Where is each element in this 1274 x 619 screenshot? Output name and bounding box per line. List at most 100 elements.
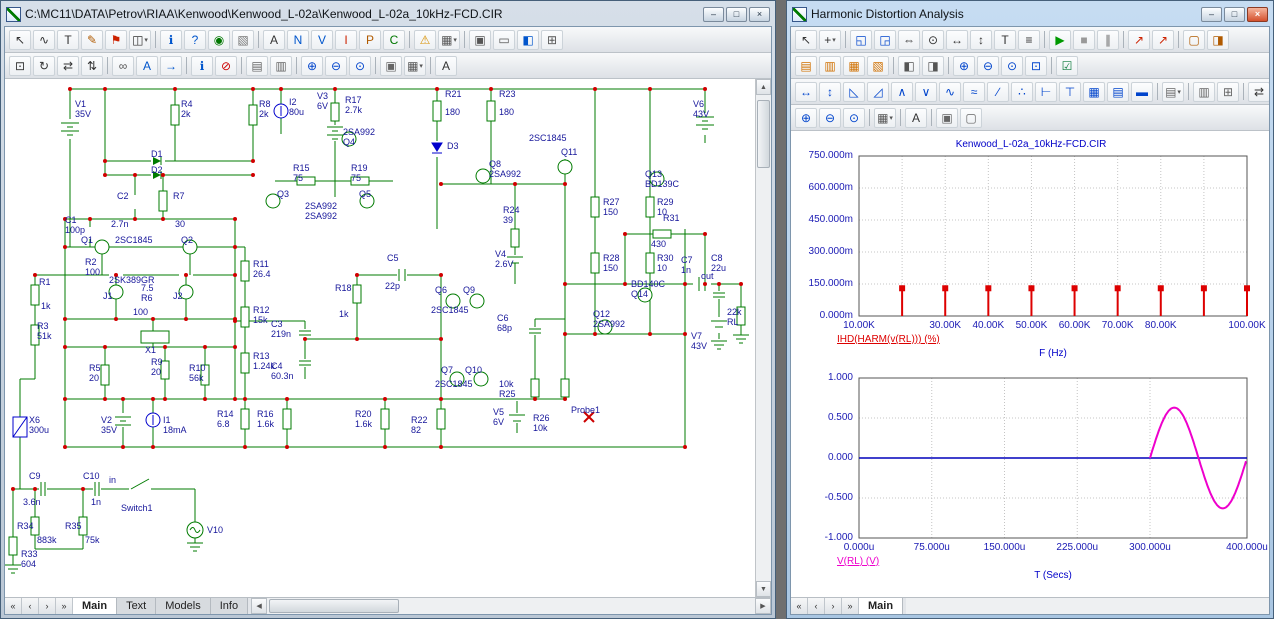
component-label-R1[interactable]: R1 [39,277,51,287]
component-label-R25[interactable]: 10kR25 [499,379,516,399]
component-label-R20[interactable]: R201.6k [355,409,372,429]
hscroll-thumb[interactable] [269,599,399,613]
component-label-R9[interactable]: R920 [151,357,163,377]
component-label-R14[interactable]: R146.8 [217,409,234,429]
component-label-R35[interactable]: R35 [65,521,82,531]
data-points-icon[interactable]: ∴ [1011,82,1033,102]
minimize-button[interactable]: – [1201,7,1222,22]
component-label-Q8[interactable]: Q82SA992 [489,159,521,179]
border-toggle-icon[interactable]: ▣ [469,30,491,50]
node-voltages-toggle-icon[interactable]: V [311,30,333,50]
component-label-Q5[interactable]: Q5 [359,189,371,199]
component-label-R22[interactable]: R2282 [411,415,428,435]
zoom-out-icon[interactable]: ⊖ [325,56,347,76]
component-label-Probe1[interactable]: Probe1 [571,405,600,415]
maximize-button[interactable]: □ [726,7,747,22]
vscroll-thumb[interactable] [757,100,770,168]
component-label-R31_val[interactable]: 430 [651,239,666,249]
tab-models[interactable]: Models [156,598,210,614]
view-dropdown-icon[interactable]: ▦▾ [874,108,896,128]
copy-to-clipboard-icon[interactable]: ▤▾ [1162,82,1184,102]
component-label-R7_val[interactable]: 30 [175,219,185,229]
scale-mode-icon[interactable]: ◲ [874,30,896,50]
node-numbers-toggle-icon[interactable]: N [287,30,309,50]
region-enable-mode-icon[interactable]: ▧ [232,30,254,50]
component-label-Q12[interactable]: Q122SA992 [593,309,625,329]
prev-page-icon[interactable]: ‹ [808,598,825,614]
component-label-C6[interactable]: C668p [497,313,512,333]
schematic-titlebar[interactable]: C:\MC11\DATA\Petrov\RIAA\Kenwood\Kenwood… [4,4,772,26]
component-label-R15[interactable]: R1575 [293,163,310,183]
component-label-V2[interactable]: V235V [101,415,117,435]
component-label-R5[interactable]: R520 [89,363,101,383]
component-label-C10[interactable]: C10 [83,471,100,481]
legend-vrl[interactable]: V(RL) (V) [837,556,879,567]
info-page-icon[interactable]: ℹ [191,56,213,76]
zoom-region-icon[interactable]: ⊙ [1001,56,1023,76]
component-label-V7[interactable]: V743V [691,331,707,351]
component-label-Q7Q10_type[interactable]: 2SC1845 [435,379,473,389]
zoom-out-icon[interactable]: ⊖ [819,108,841,128]
help-mode-icon[interactable]: ? [184,30,206,50]
component-label-Switch1[interactable]: Switch1 [121,503,153,513]
component-label-R26[interactable]: R2610k [533,413,550,433]
component-label-Q13[interactable]: Q13BD139C [645,169,679,189]
no-connect-icon[interactable]: ⊘ [215,56,237,76]
component-label-C5_val[interactable]: 22p [385,281,400,291]
component-label-D3[interactable]: D3 [447,141,459,151]
customize-icon[interactable]: ⊞ [541,30,563,50]
peak-marker-icon[interactable]: ∧ [891,82,913,102]
tab-main[interactable]: Main [859,598,903,614]
component-label-Q3[interactable]: Q3 [277,189,289,199]
component-label-X1[interactable]: X1 [145,345,156,355]
component-label-R21[interactable]: R21 [445,89,462,99]
zoom-in-icon[interactable]: ⊕ [301,56,323,76]
component-label-R1_val[interactable]: 1k [41,301,51,311]
component-label-R11[interactable]: R1126.4 [253,259,271,279]
component-label-R17[interactable]: R172.7k [345,95,362,115]
tab-info[interactable]: Info [211,598,248,614]
component-label-R33[interactable]: R33604 [21,549,38,569]
component-label-Q4[interactable]: 2SA992Q4 [343,127,375,147]
animate-options-icon[interactable]: ▢ [1183,30,1205,50]
vertical-cursor-icon[interactable]: ⊤ [1059,82,1081,102]
component-label-in[interactable]: in [109,475,116,485]
horizontal-tag-icon[interactable]: ↔ [946,30,968,50]
last-page-icon[interactable]: » [56,598,73,614]
zoom-window-icon[interactable]: ◱ [850,30,872,50]
zoom-in-icon[interactable]: ⊕ [795,108,817,128]
schematic-canvas[interactable]: V135VR42kR82kI280uV36VR172.7k2SA992Q4R15… [5,79,755,597]
waveform-buffer-icon[interactable]: ▤ [795,56,817,76]
warning-indicator-icon[interactable]: ⚠ [414,30,436,50]
component-label-I1[interactable]: I118mA [163,415,187,435]
point-tag-icon[interactable]: ⊙ [922,30,944,50]
copy-to-clipboard-icon[interactable]: ▤ [246,56,268,76]
find-part-icon[interactable]: ∞ [112,56,134,76]
vertical-tag-icon[interactable]: ↕ [970,30,992,50]
conditions-toggle-icon[interactable]: C [383,30,405,50]
slider-control-icon[interactable]: ◨ [1207,30,1229,50]
component-label-R6_val[interactable]: 100 [133,307,148,317]
valley-marker-icon[interactable]: ∨ [915,82,937,102]
log-y-icon[interactable]: ◿ [867,82,889,102]
exchange-xy-icon[interactable]: ⇄ [1248,82,1269,102]
probe-voltage-icon[interactable]: ↗ [1128,30,1150,50]
paste-from-clipboard-icon[interactable]: ▥ [270,56,292,76]
component-label-Q7[interactable]: Q7 [441,365,453,375]
component-label-D1[interactable]: D1 [151,149,163,159]
component-label-C9_val[interactable]: 3.6n [23,497,41,507]
component-label-V3[interactable]: V36V [317,91,328,111]
plot-page-2-icon[interactable]: ▦ [843,56,865,76]
component-label-R7[interactable]: R7 [173,191,185,201]
component-label-J1[interactable]: J1 [103,291,113,301]
pan-mode-icon[interactable]: ⇔ [898,30,920,50]
component-label-R28[interactable]: R28150 [603,253,620,273]
scroll-up-icon[interactable]: ▲ [756,79,771,95]
scroll-left-icon[interactable]: ◀ [251,598,267,614]
component-label-R18_val[interactable]: 1k [339,309,349,319]
flip-x-icon[interactable]: ⇄ [57,56,79,76]
close-button[interactable]: × [749,7,770,22]
component-label-R18[interactable]: R18 [335,283,352,293]
scroll-down-icon[interactable]: ▼ [756,581,771,597]
component-label-R35_val[interactable]: 75k [85,535,100,545]
